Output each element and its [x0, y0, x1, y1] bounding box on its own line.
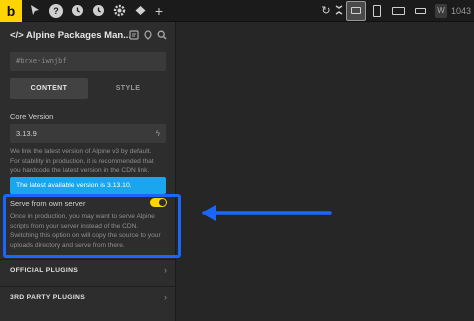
- annotation-arrow: [202, 205, 332, 221]
